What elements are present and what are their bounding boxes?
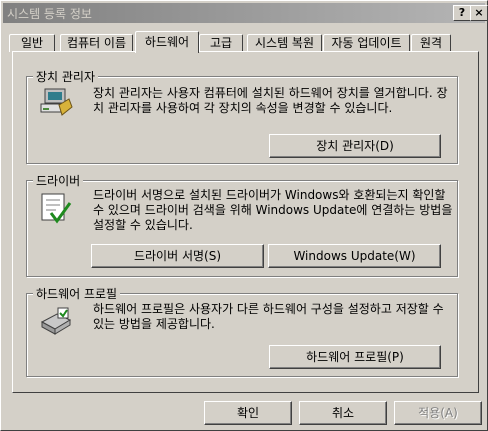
hardware-profiles-description: 하드웨어 프로필은 사용자가 다른 하드웨어 구성을 설정하고 저장할 수 있는…: [93, 302, 444, 331]
tab-system-restore[interactable]: 시스템 복원: [247, 34, 322, 52]
hardware-profiles-title: 하드웨어 프로필: [33, 285, 121, 302]
help-button[interactable]: ?: [453, 5, 471, 21]
tab-advanced[interactable]: 고급: [199, 34, 243, 52]
device-manager-description: 장치 관리자는 사용자 컴퓨터에 설치된 하드웨어 장치를 열거합니다. 장치 …: [93, 86, 448, 115]
apply-button[interactable]: 적용(A): [394, 401, 482, 425]
tab-general[interactable]: 일반: [9, 34, 55, 52]
driver-signing-button[interactable]: 드라이버 서명(S): [91, 244, 264, 268]
system-properties-dialog: 시스템 등록 정보 ? × 일반 컴퓨터 이름 하드웨어 고급 시스템 복원 자…: [0, 0, 488, 431]
device-manager-button[interactable]: 장치 관리자(D): [269, 134, 441, 158]
ok-button[interactable]: 확인: [204, 401, 292, 425]
window-title: 시스템 등록 정보: [7, 7, 92, 21]
close-button[interactable]: ×: [470, 5, 488, 21]
tab-remote[interactable]: 원격: [411, 34, 451, 52]
title-bar[interactable]: 시스템 등록 정보 ? ×: [3, 3, 488, 23]
tab-hardware[interactable]: 하드웨어: [135, 31, 199, 53]
cancel-button[interactable]: 취소: [299, 401, 387, 425]
device-manager-title: 장치 관리자: [33, 68, 99, 85]
tab-computer-name[interactable]: 컴퓨터 이름: [60, 34, 133, 52]
hardware-profile-icon: [40, 307, 72, 335]
windows-update-button[interactable]: Windows Update(W): [268, 244, 441, 268]
hardware-profiles-button[interactable]: 하드웨어 프로필(P): [269, 345, 441, 369]
device-manager-icon: [40, 88, 73, 116]
drivers-title: 드라이버: [33, 172, 84, 189]
driver-checklist-icon: [41, 193, 72, 224]
tab-automatic-updates[interactable]: 자동 업데이트: [323, 34, 410, 52]
drivers-description: 드라이버 서명으로 설치된 드라이버가 Windows와 호환되는지 확인할 수…: [93, 188, 453, 232]
